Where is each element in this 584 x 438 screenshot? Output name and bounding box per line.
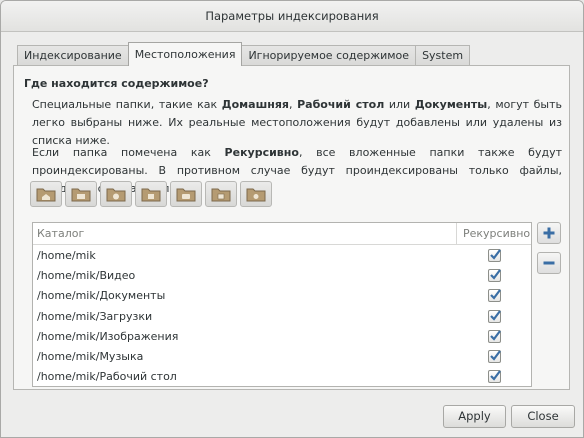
recursive-cell (457, 268, 531, 282)
add-location-button[interactable] (537, 222, 561, 244)
special-folder-buttons (30, 181, 272, 207)
recursive-checkbox[interactable] (487, 248, 501, 262)
plus-icon (543, 227, 555, 239)
location-path: /home/mik/Музыка (37, 350, 144, 364)
indexing-preferences-window: Параметры индексирования Индексирование … (0, 0, 584, 438)
location-path: /home/mik/Рабочий стол (37, 370, 177, 384)
tab-bar: Индексирование Местоположения Игнорируем… (17, 42, 471, 66)
location-row[interactable]: /home/mik/Документы (33, 286, 531, 306)
column-recursive[interactable]: Рекурсивно (456, 223, 531, 244)
home-folder-icon (36, 188, 56, 202)
recursive-cell (457, 329, 531, 343)
location-row[interactable]: /home/mik/Рабочий стол (33, 367, 531, 387)
location-row[interactable]: /home/mik/Видео (33, 265, 531, 285)
section-title: Где находится содержимое? (24, 77, 209, 90)
tab-ignored-content[interactable]: Игнорируемое содержимое (241, 45, 417, 66)
pictures-folder-icon (211, 188, 231, 202)
recursive-cell (457, 248, 531, 262)
location-row[interactable]: /home/mik/Изображения (33, 326, 531, 346)
checkmark-icon (489, 370, 501, 382)
special-folders-description: Специальные папки, такие как Домашняя, Р… (32, 98, 563, 147)
location-row[interactable]: /home/mik (33, 245, 531, 265)
location-row[interactable]: /home/mik/Музыка (33, 346, 531, 366)
desktop-folder-button[interactable] (65, 181, 97, 207)
pictures-folder-button[interactable] (205, 181, 237, 207)
downloads-folder-icon (141, 188, 161, 202)
minus-icon (543, 261, 555, 265)
location-path: /home/mik/Документы (37, 289, 166, 303)
checkmark-icon (489, 248, 501, 260)
apply-button[interactable]: Apply (443, 405, 506, 428)
locations-list[interactable]: Каталог Рекурсивно /home/mik/home/mik/Ви… (32, 222, 532, 387)
checkmark-icon (489, 350, 501, 361)
recursive-checkbox[interactable] (487, 268, 501, 282)
location-path: /home/mik/Изображения (37, 329, 179, 343)
location-path: /home/mik/Видео (37, 268, 136, 282)
recursive-cell (457, 370, 531, 384)
remove-location-button[interactable] (537, 252, 561, 274)
close-button[interactable]: Close (511, 405, 575, 428)
recursive-cell (457, 309, 531, 323)
window-title: Параметры индексирования (1, 1, 583, 32)
tab-system[interactable]: System (415, 45, 471, 66)
documents-folder-icon (106, 188, 126, 202)
downloads-folder-button[interactable] (135, 181, 167, 207)
checkmark-icon (489, 289, 501, 300)
tab-indexing[interactable]: Индексирование (17, 45, 129, 66)
checkmark-icon (489, 309, 501, 321)
checkmark-icon (489, 330, 501, 341)
recursive-checkbox[interactable] (487, 289, 501, 303)
location-row[interactable]: /home/mik/Загрузки (33, 306, 531, 326)
location-path: /home/mik/Загрузки (37, 309, 153, 323)
music-folder-button[interactable] (170, 181, 202, 207)
checkmark-icon (489, 269, 501, 280)
videos-folder-button[interactable] (240, 181, 272, 207)
recursive-checkbox[interactable] (487, 329, 501, 343)
recursive-cell (457, 350, 531, 364)
recursive-cell (457, 289, 531, 303)
videos-folder-icon (246, 188, 266, 202)
column-directory[interactable]: Каталог (33, 227, 456, 240)
music-folder-icon (176, 188, 196, 202)
location-path: /home/mik (37, 248, 96, 262)
recursive-checkbox[interactable] (487, 309, 501, 323)
recursive-checkbox[interactable] (487, 350, 501, 364)
desktop-folder-icon (71, 188, 91, 202)
tab-locations[interactable]: Местоположения (127, 42, 243, 66)
locations-page: Где находится содержимое? Специальные па… (13, 65, 570, 390)
home-folder-button[interactable] (30, 181, 62, 207)
documents-folder-button[interactable] (100, 181, 132, 207)
list-header: Каталог Рекурсивно (33, 223, 531, 245)
recursive-checkbox[interactable] (487, 370, 501, 384)
